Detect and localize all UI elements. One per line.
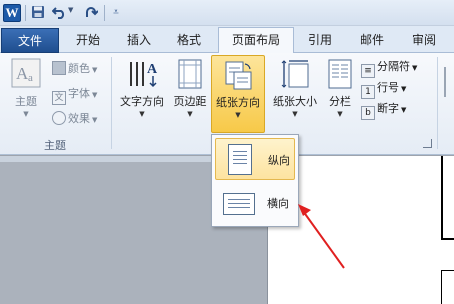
themes-label: 主题: [15, 95, 37, 108]
separator: [25, 5, 26, 21]
tab-insert[interactable]: 插入: [117, 30, 161, 53]
line-numbers-button[interactable]: 1 行号 ▼: [361, 78, 407, 99]
word-logo-icon[interactable]: W: [3, 4, 21, 22]
group-separator: [437, 57, 438, 149]
margins-label: 页边距: [173, 95, 207, 108]
portrait-page-icon: [228, 144, 252, 175]
chevron-down-icon: ▼: [401, 106, 407, 114]
chevron-down-icon: ▼: [412, 64, 418, 72]
orientation-label: 纸张方向: [216, 96, 260, 109]
tab-references[interactable]: 引用: [300, 30, 340, 53]
hyphenation-button[interactable]: b 断字 ▼: [361, 99, 407, 120]
chevron-down-icon: ▼: [401, 85, 407, 93]
orientation-portrait-item[interactable]: 纵向: [215, 138, 295, 180]
page-corner-mark: [441, 270, 454, 304]
page-corner-mark: [441, 156, 454, 240]
chevron-down-icon: ▼: [23, 110, 29, 118]
hyphenation-icon: b: [361, 106, 375, 120]
chevron-down-icon: ▼: [139, 110, 145, 118]
dialog-launcher-icon[interactable]: [423, 139, 432, 148]
chevron-down-icon: ▼: [292, 110, 298, 118]
separator: [104, 5, 105, 21]
color-swatch-icon: [52, 61, 66, 75]
theme-effects-button[interactable]: 效果 ▼: [52, 109, 97, 128]
tab-file[interactable]: 文件: [1, 28, 59, 53]
redo-icon[interactable]: [83, 5, 99, 21]
breaks-label: 分隔符: [377, 60, 410, 73]
theme-colors-button[interactable]: 颜色 ▼: [52, 59, 97, 78]
paper-size-icon: [268, 58, 322, 93]
themes-icon: Aa: [6, 58, 46, 91]
breaks-button[interactable]: ≡ 分隔符 ▼: [361, 57, 418, 78]
landscape-page-icon: [223, 193, 255, 215]
size-label: 纸张大小: [273, 95, 317, 108]
columns-button[interactable]: 分栏 ▼: [322, 55, 358, 133]
chevron-down-icon: ▼: [92, 91, 98, 99]
orientation-icon: [212, 59, 264, 94]
theme-colors-label: 颜色: [68, 62, 90, 75]
text-direction-label: 文字方向: [120, 95, 164, 108]
orientation-button[interactable]: 纸张方向 ▼: [211, 55, 265, 133]
save-icon[interactable]: [30, 5, 46, 21]
tab-home[interactable]: 开始: [66, 30, 110, 53]
hyphenation-label: 断字: [377, 102, 399, 115]
effects-icon: [52, 111, 66, 125]
columns-icon: [322, 58, 358, 93]
margins-icon: [170, 58, 210, 93]
tab-review[interactable]: 审阅: [402, 30, 446, 53]
landscape-label: 横向: [267, 197, 289, 210]
text-direction-button[interactable]: A 文字方向 ▼: [115, 55, 169, 133]
line-numbers-label: 行号: [377, 81, 399, 94]
undo-dropdown-icon[interactable]: ▼: [68, 6, 73, 14]
theme-fonts-button[interactable]: 文字体 ▼: [52, 84, 98, 105]
columns-label: 分栏: [329, 95, 351, 108]
theme-group-label: 主题: [44, 139, 66, 152]
theme-fonts-label: 字体: [68, 87, 90, 100]
text-direction-icon: A: [115, 58, 169, 93]
undo-icon[interactable]: [51, 5, 67, 21]
chevron-down-icon: ▼: [92, 116, 98, 124]
size-button[interactable]: 纸张大小 ▼: [268, 55, 322, 133]
theme-effects-label: 效果: [68, 112, 90, 125]
title-bar: W ▼ ⩡: [0, 0, 454, 26]
themes-button[interactable]: Aa 主题 ▼: [6, 55, 46, 133]
group-separator: [111, 57, 112, 149]
chevron-down-icon: ▼: [235, 111, 241, 119]
margins-button[interactable]: 页边距 ▼: [170, 55, 210, 133]
font-icon: 文: [52, 91, 66, 105]
line-numbers-icon: 1: [361, 85, 375, 99]
orientation-menu: 纵向 横向: [211, 134, 299, 227]
tab-format[interactable]: 格式: [167, 30, 211, 53]
tab-page-layout[interactable]: 页面布局: [218, 27, 294, 54]
chevron-down-icon: ▼: [337, 110, 343, 118]
ribbon-overflow-icon: [444, 67, 452, 97]
chevron-down-icon: ▼: [187, 110, 193, 118]
orientation-landscape-item[interactable]: 横向: [215, 182, 295, 224]
portrait-label: 纵向: [268, 154, 290, 167]
svg-text:A: A: [147, 62, 158, 77]
breaks-icon: ≡: [361, 64, 375, 78]
chevron-down-icon: ▼: [92, 66, 98, 74]
svg-text:a: a: [28, 72, 33, 84]
tab-mailings[interactable]: 邮件: [350, 30, 394, 53]
customize-qat-icon[interactable]: ⩡: [108, 5, 124, 21]
